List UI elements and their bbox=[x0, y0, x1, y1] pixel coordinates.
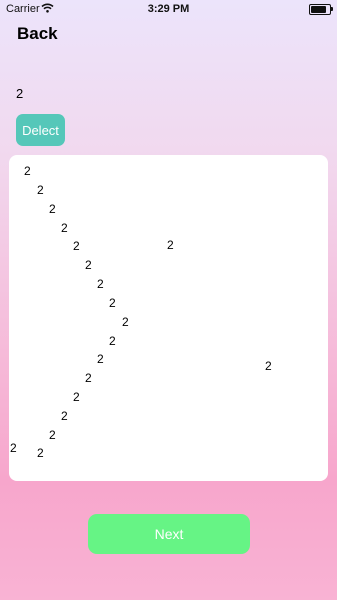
point-label: 2 bbox=[61, 409, 68, 423]
point-label: 2 bbox=[97, 277, 104, 291]
point-label: 2 bbox=[73, 239, 80, 253]
result-panel: 2 2 2 2 2 2 2 2 2 2 2 2 2 2 2 2 2 2 2 bbox=[9, 155, 328, 481]
back-button[interactable]: Back bbox=[17, 24, 58, 44]
point-label: 2 bbox=[85, 258, 92, 272]
point-label: 2 bbox=[24, 164, 31, 178]
point-label: 2 bbox=[10, 441, 17, 455]
point-label: 2 bbox=[97, 352, 104, 366]
next-button[interactable]: Next bbox=[88, 514, 250, 554]
battery-icon bbox=[309, 4, 333, 15]
status-bar: Carrier 3:29 PM bbox=[0, 0, 337, 18]
point-label: 2 bbox=[167, 238, 174, 252]
detect-button[interactable]: Delect bbox=[16, 114, 65, 146]
status-time: 3:29 PM bbox=[147, 3, 190, 15]
point-label: 2 bbox=[37, 446, 44, 460]
point-label: 2 bbox=[49, 428, 56, 442]
point-label: 2 bbox=[122, 315, 129, 329]
point-label: 2 bbox=[85, 371, 92, 385]
point-label: 2 bbox=[61, 221, 68, 235]
point-label: 2 bbox=[109, 334, 116, 348]
value-label: 2 bbox=[16, 86, 24, 101]
battery-fill bbox=[311, 6, 327, 13]
point-label: 2 bbox=[73, 390, 80, 404]
point-label: 2 bbox=[37, 183, 44, 197]
point-label: 2 bbox=[109, 296, 116, 310]
point-label: 2 bbox=[49, 202, 56, 216]
point-label: 2 bbox=[265, 359, 272, 373]
